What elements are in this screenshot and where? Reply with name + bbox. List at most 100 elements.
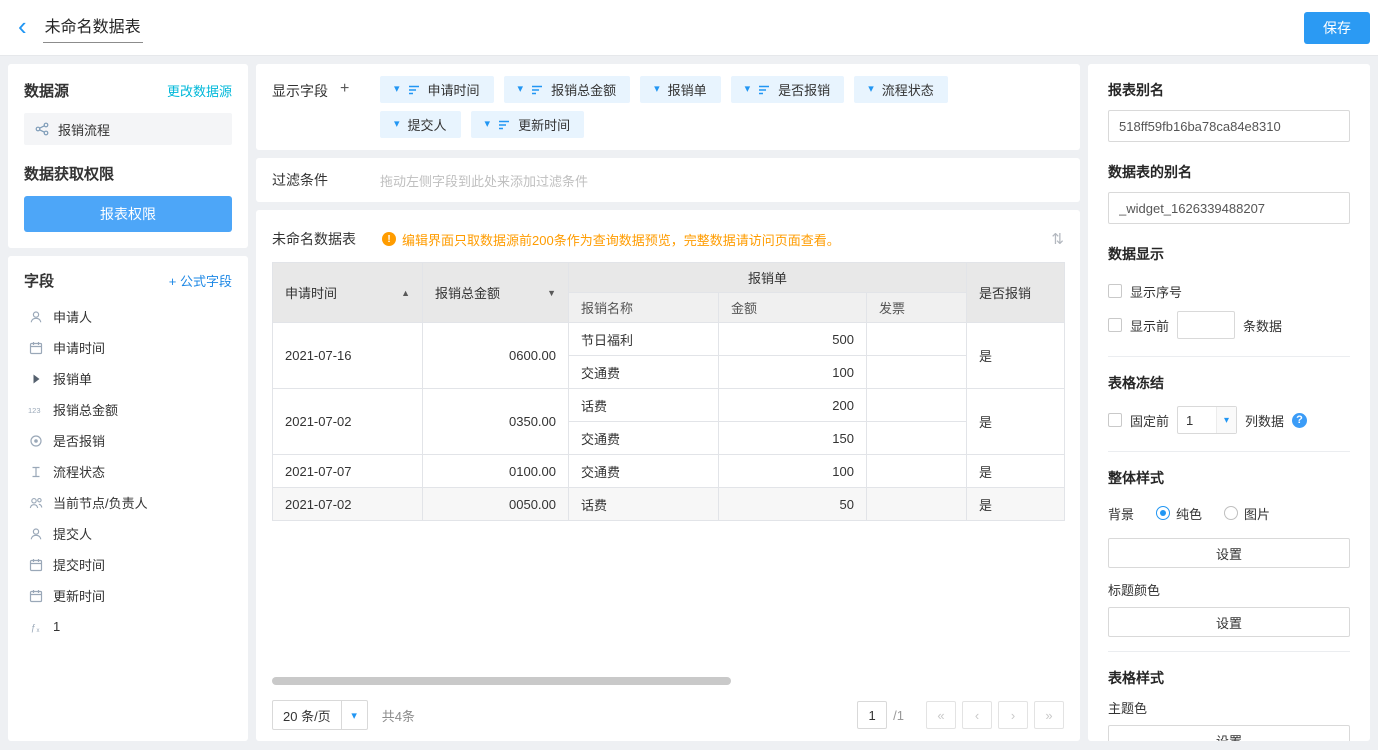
field-item-expense-subform[interactable]: 报销单 bbox=[24, 363, 232, 394]
bg-image-radio[interactable]: 图片 bbox=[1224, 504, 1270, 523]
table-cell: 100 bbox=[719, 356, 867, 389]
chip-submitter[interactable]: ▾ 提交人 bbox=[380, 111, 461, 138]
calendar-icon bbox=[28, 558, 44, 572]
chevron-down-icon[interactable]: ▾ bbox=[654, 84, 660, 95]
chevron-down-icon[interactable]: ▾ bbox=[485, 119, 491, 130]
chip-apply-date[interactable]: ▾ 申请时间 bbox=[380, 76, 494, 103]
save-button[interactable]: 保存 bbox=[1304, 12, 1370, 44]
help-icon[interactable]: ? bbox=[1292, 413, 1307, 428]
fields-card: 字段 + 公式字段 申请人 申请时间 报销单 123 报销总金额 是否报销 bbox=[8, 256, 248, 741]
table-footer: 20 条/页 ▾ 共4条 1 /1 « ‹ › » bbox=[272, 689, 1064, 741]
show-first-count-input[interactable] bbox=[1177, 311, 1235, 339]
chip-label: 报销单 bbox=[668, 80, 707, 99]
preview-warning: ! 编辑界面只取数据源前200条作为查询数据预览，完整数据请访问页面查看。 bbox=[382, 230, 840, 249]
add-field-button[interactable]: + bbox=[340, 81, 349, 138]
chip-label: 更新时间 bbox=[518, 115, 570, 134]
scrollbar-thumb[interactable] bbox=[272, 677, 731, 685]
horizontal-scrollbar[interactable] bbox=[272, 677, 1064, 685]
table-cell: 话费 bbox=[569, 389, 719, 422]
field-item-submitter[interactable]: 提交人 bbox=[24, 518, 232, 549]
topbar: ‹ 未命名数据表 保存 bbox=[0, 0, 1378, 56]
field-item-current-node[interactable]: 当前节点/负责人 bbox=[24, 487, 232, 518]
column-header-expense-name[interactable]: 报销名称 bbox=[569, 293, 719, 323]
sort-toggle-icon[interactable]: ⇅ bbox=[1051, 230, 1064, 248]
datasource-card: 数据源 更改数据源 报销流程 数据获取权限 报表权限 bbox=[8, 64, 248, 248]
display-field-chips: ▾ 申请时间 ▾ 报销总金额 ▾ 报销单 ▾ bbox=[380, 76, 1064, 138]
report-alias-input[interactable] bbox=[1108, 110, 1350, 142]
title-color-set-button[interactable]: 设置 bbox=[1108, 607, 1350, 637]
column-header-invoice[interactable]: 发票 bbox=[867, 293, 967, 323]
show-first-checkbox[interactable] bbox=[1108, 318, 1122, 332]
datasource-item[interactable]: 报销流程 bbox=[24, 113, 232, 145]
theme-color-set-button[interactable]: 设置 bbox=[1108, 725, 1350, 741]
chip-total-amount[interactable]: ▾ 报销总金额 bbox=[504, 76, 631, 103]
divider bbox=[1108, 651, 1350, 652]
field-item-flow-status[interactable]: 流程状态 bbox=[24, 456, 232, 487]
table-cell: 2021-07-07 bbox=[273, 455, 423, 488]
show-index-label: 显示序号 bbox=[1130, 282, 1182, 301]
page-title[interactable]: 未命名数据表 bbox=[43, 13, 143, 43]
table-cell: 交通费 bbox=[569, 356, 719, 389]
user-icon bbox=[28, 527, 44, 541]
field-item-is-reimbursed[interactable]: 是否报销 bbox=[24, 425, 232, 456]
field-item-applicant[interactable]: 申请人 bbox=[24, 301, 232, 332]
show-first-label: 显示前 bbox=[1130, 316, 1169, 335]
svg-text:x: x bbox=[37, 628, 40, 634]
field-item-update-time[interactable]: 更新时间 bbox=[24, 580, 232, 611]
change-datasource-link[interactable]: 更改数据源 bbox=[167, 81, 232, 100]
chevron-down-icon[interactable]: ▾ bbox=[745, 84, 751, 95]
field-item-apply-date[interactable]: 申请时间 bbox=[24, 332, 232, 363]
table-cell: 话费 bbox=[569, 488, 719, 521]
next-page-button[interactable]: › bbox=[998, 701, 1028, 729]
chevron-down-icon[interactable]: ▾ bbox=[394, 119, 400, 130]
current-page-input[interactable]: 1 bbox=[857, 701, 887, 729]
column-header-approved[interactable]: 是否报销 bbox=[967, 263, 1065, 323]
first-page-button[interactable]: « bbox=[926, 701, 956, 729]
chevron-down-icon[interactable]: ▾ bbox=[341, 701, 367, 729]
show-index-checkbox[interactable] bbox=[1108, 284, 1122, 298]
chip-label: 流程状态 bbox=[882, 80, 934, 99]
chevron-down-icon[interactable]: ▾ bbox=[1216, 407, 1236, 433]
user-icon bbox=[28, 310, 44, 324]
chip-flow-status[interactable]: ▾ 流程状态 bbox=[854, 76, 948, 103]
freeze-count-select[interactable]: 1 ▾ bbox=[1177, 406, 1237, 434]
table-row: 2021-07-16 0600.00 节日福利 500 是 bbox=[273, 323, 1065, 356]
chevron-down-icon[interactable]: ▾ bbox=[868, 84, 874, 95]
prev-page-button[interactable]: ‹ bbox=[962, 701, 992, 729]
field-item-total-amount[interactable]: 123 报销总金额 bbox=[24, 394, 232, 425]
sort-asc-icon[interactable]: ▲ bbox=[401, 288, 410, 298]
background-set-button[interactable]: 设置 bbox=[1108, 538, 1350, 568]
bg-solid-radio[interactable]: 纯色 bbox=[1156, 504, 1202, 523]
calendar-icon bbox=[28, 341, 44, 355]
sort-order-icon bbox=[531, 84, 543, 96]
freeze-checkbox[interactable] bbox=[1108, 413, 1122, 427]
page-count: /1 bbox=[893, 708, 904, 723]
column-header-total-amount[interactable]: 报销总金额▼ bbox=[423, 263, 569, 323]
column-header-apply-date[interactable]: 申请时间▲ bbox=[273, 263, 423, 323]
table-cell bbox=[867, 422, 967, 455]
filter-dropzone[interactable]: 拖动左侧字段到此处来添加过滤条件 bbox=[380, 171, 588, 190]
freeze-suffix: 列数据 bbox=[1245, 411, 1284, 430]
preview-table: 申请时间▲ 报销总金额▼ 报销单 是否报销 报销名称 金额 发票 bbox=[272, 262, 1065, 521]
table-cell: 是 bbox=[967, 389, 1065, 455]
widget-alias-input[interactable] bbox=[1108, 192, 1350, 224]
chevron-down-icon[interactable]: ▾ bbox=[394, 84, 400, 95]
back-button[interactable]: ‹ bbox=[18, 13, 27, 39]
report-permission-button[interactable]: 报表权限 bbox=[24, 196, 232, 232]
column-header-amount[interactable]: 金额 bbox=[719, 293, 867, 323]
chevron-down-icon[interactable]: ▾ bbox=[518, 84, 524, 95]
last-page-button[interactable]: » bbox=[1034, 701, 1064, 729]
table-row: 2021-07-02 0050.00 话费 50 是 bbox=[273, 488, 1065, 521]
field-item-submit-time[interactable]: 提交时间 bbox=[24, 549, 232, 580]
datasource-item-label: 报销流程 bbox=[58, 120, 110, 139]
field-label: 报销总金额 bbox=[53, 400, 118, 419]
subform-icon bbox=[28, 372, 44, 386]
formula-field-link[interactable]: + 公式字段 bbox=[169, 271, 232, 290]
chip-expense-subform[interactable]: ▾ 报销单 bbox=[640, 76, 721, 103]
page-size-value: 20 条/页 bbox=[273, 706, 341, 725]
chip-is-reimbursed[interactable]: ▾ 是否报销 bbox=[731, 76, 845, 103]
sort-desc-icon[interactable]: ▼ bbox=[547, 288, 556, 298]
chip-update-time[interactable]: ▾ 更新时间 bbox=[471, 111, 585, 138]
page-size-select[interactable]: 20 条/页 ▾ bbox=[272, 700, 368, 730]
field-item-formula-1[interactable]: ƒx 1 bbox=[24, 611, 232, 642]
